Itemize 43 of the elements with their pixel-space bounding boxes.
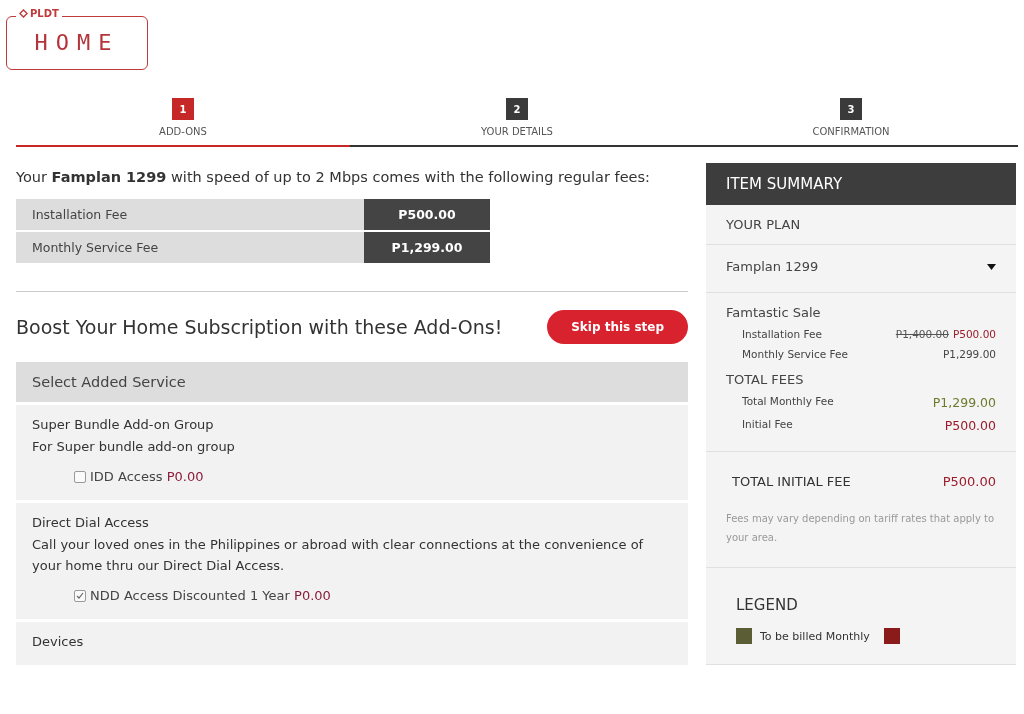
intro-text: Your Famplan 1299 with speed of up to 2 Mbps comes with the following regular fees: (16, 169, 651, 185)
step-tab[interactable]: 1 ADD-ONS (16, 98, 350, 147)
group-title: Super Bundle Add-on Group (32, 417, 215, 432)
group-description: Call your loved ones in the Philippines or abroad with clear connections at the convenience of your home thru our Direct Dial Access. (32, 536, 645, 575)
checkbox[interactable] (74, 470, 86, 483)
total-label: TOTAL INITIAL FEE (732, 474, 851, 489)
caret-icon (987, 263, 996, 270)
addon-option[interactable]: IDD Access P0.00 (74, 469, 672, 484)
logo[interactable]: PLDT HOME (6, 8, 148, 70)
diamond-icon (19, 9, 28, 18)
plan-label: YOUR PLAN (726, 217, 802, 232)
fee-note: Fees may vary depending on tariff rates that apply to your area. (726, 512, 995, 545)
fee-value: P500.00 (364, 199, 490, 230)
legend-title: LEGEND (736, 596, 799, 614)
totals-title: TOTAL FEES (726, 372, 805, 387)
brand-name: PLDT (16, 8, 62, 19)
summary-title: ITEM SUMMARY (706, 163, 1016, 205)
product-name: HOME (34, 29, 120, 55)
fee-label: Installation Fee (742, 328, 822, 340)
skip-button[interactable]: Skip this step (547, 310, 688, 344)
fee-value: P500.00 (944, 418, 996, 433)
fee-label: Monthly Service Fee (16, 232, 364, 263)
checkbox[interactable] (74, 589, 86, 602)
fee-label: Initial Fee (742, 418, 793, 432)
old-price: P1,400.00 (895, 328, 949, 340)
group-title: Direct Dial Access (32, 515, 150, 530)
fee-value: P1,299.00 (942, 348, 996, 360)
fee-value: P1,299.00 (932, 395, 996, 410)
addons-heading: Boost Your Home Subscription with these Add-Ons! (16, 316, 503, 338)
section-header: Select Added Service (16, 362, 688, 402)
fee-label: Total Monthly Fee (742, 395, 834, 409)
fee-label: Monthly Service Fee (742, 348, 848, 360)
step-tab[interactable]: 3 CONFIRMATION (684, 98, 1018, 147)
addon-option[interactable]: NDD Access Discounted 1 Year P0.00 (74, 588, 672, 603)
step-tab[interactable]: 2 YOUR DETAILS (350, 98, 684, 147)
legend-label: To be billed Monthly (760, 629, 870, 643)
sale-title: Famtastic Sale (726, 305, 822, 320)
fee-value: P500.00 (952, 328, 996, 340)
total-value: P500.00 (942, 474, 996, 489)
group-description: For Super bundle add-on group (32, 438, 236, 456)
fee-value: P1,299.00 (364, 232, 490, 263)
group-title: Devices (32, 634, 85, 649)
fee-label: Installation Fee (16, 199, 364, 230)
